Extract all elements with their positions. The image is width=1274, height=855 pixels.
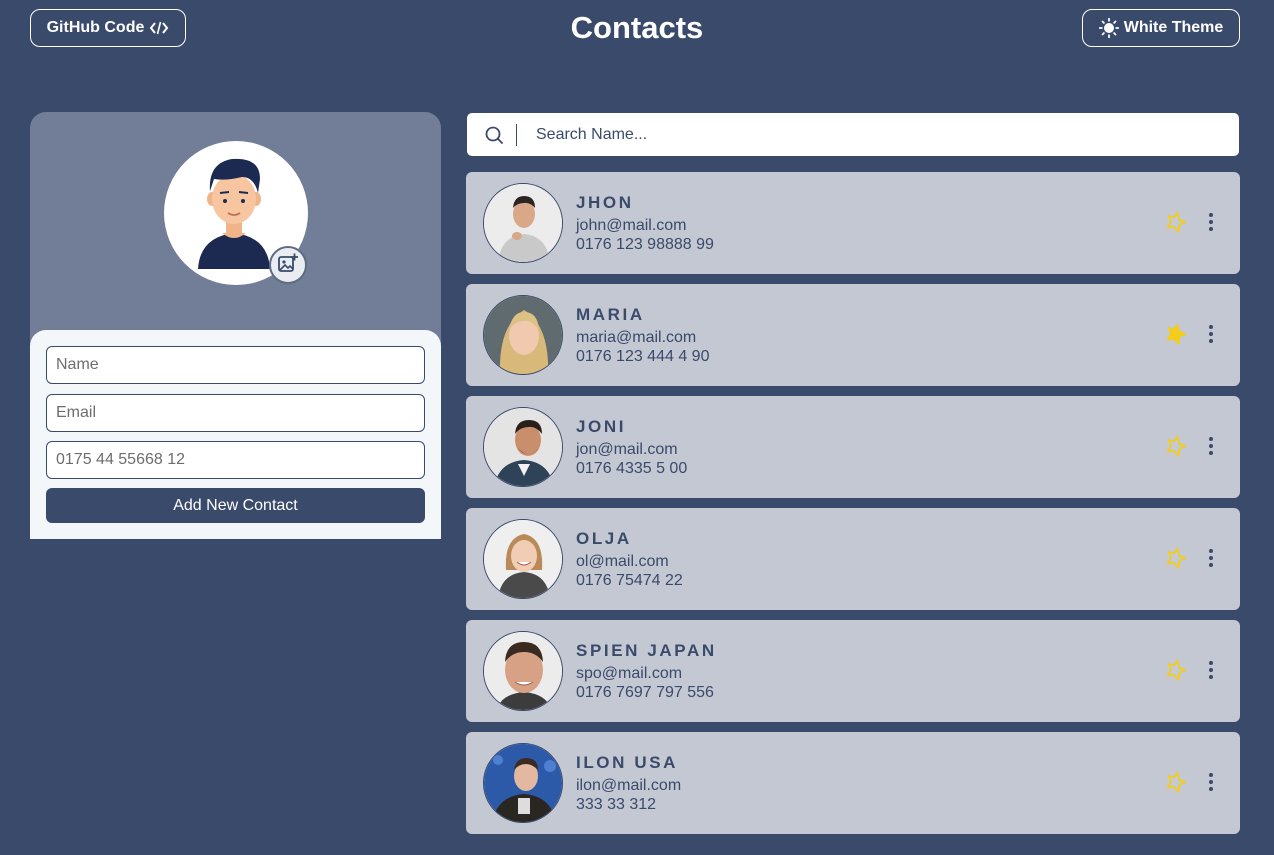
white-theme-button[interactable]: White Theme — [1082, 9, 1240, 47]
add-contact-panel: Add New Contact — [30, 112, 441, 539]
contact-avatar — [483, 295, 563, 375]
contact-phone: 333 33 312 — [576, 796, 657, 813]
star-filled-icon[interactable] — [1165, 322, 1189, 351]
contact-phone: 0176 7697 797 556 — [576, 684, 714, 701]
email-field[interactable] — [46, 394, 425, 432]
contact-avatar — [483, 183, 563, 263]
contact-card: SPIEN JAPAN spo@mail.com 0176 7697 797 5… — [466, 620, 1240, 722]
star-outline-icon[interactable] — [1165, 434, 1189, 463]
search-input[interactable] — [527, 113, 1227, 156]
star-outline-icon[interactable] — [1165, 210, 1189, 239]
contact-email: maria@mail.com — [576, 329, 697, 346]
more-options-icon[interactable] — [1205, 548, 1217, 568]
sun-icon — [1098, 18, 1119, 38]
search-bar — [467, 113, 1239, 156]
contact-phone: 0176 75474 22 — [576, 572, 683, 589]
more-options-icon[interactable] — [1205, 436, 1217, 456]
contact-card: JHON john@mail.com 0176 123 98888 99 — [466, 172, 1240, 274]
more-options-icon[interactable] — [1205, 212, 1217, 232]
contact-email: jon@mail.com — [576, 441, 678, 458]
add-new-contact-button[interactable]: Add New Contact — [46, 488, 425, 523]
white-theme-label: White Theme — [1123, 19, 1224, 36]
contact-name: JONI — [576, 417, 627, 436]
contact-name: JHON — [576, 193, 634, 212]
name-field[interactable] — [46, 346, 425, 384]
contact-email: john@mail.com — [576, 217, 687, 234]
contact-avatar — [483, 407, 563, 487]
search-divider — [516, 124, 517, 146]
contact-avatar — [483, 743, 563, 823]
add-image-icon — [277, 252, 299, 279]
contact-card: OLJA ol@mail.com 0176 75474 22 — [466, 508, 1240, 610]
contact-name: OLJA — [576, 529, 632, 548]
star-outline-icon[interactable] — [1165, 770, 1189, 799]
contact-email: ilon@mail.com — [576, 777, 682, 794]
contact-card: MARIA maria@mail.com 0176 123 444 4 90 — [466, 284, 1240, 386]
contact-email: spo@mail.com — [576, 665, 683, 682]
search-icon — [484, 125, 504, 150]
contact-phone: 0176 4335 5 00 — [576, 460, 688, 477]
phone-field[interactable] — [46, 441, 425, 479]
more-options-icon[interactable] — [1205, 660, 1217, 680]
star-outline-icon[interactable] — [1165, 658, 1189, 687]
contact-name: SPIEN JAPAN — [576, 641, 717, 660]
contact-email: ol@mail.com — [576, 553, 669, 570]
contact-name: MARIA — [576, 305, 645, 324]
more-options-icon[interactable] — [1205, 772, 1217, 792]
contact-list: JHON john@mail.com 0176 123 98888 99 MAR… — [466, 172, 1240, 844]
contact-card: ILON USA ilon@mail.com 333 33 312 — [466, 732, 1240, 834]
upload-photo-button[interactable] — [269, 246, 307, 284]
contact-avatar — [483, 519, 563, 599]
contact-card: JONI jon@mail.com 0176 4335 5 00 — [466, 396, 1240, 498]
more-options-icon[interactable] — [1205, 324, 1217, 344]
contact-phone: 0176 123 98888 99 — [576, 236, 714, 253]
contact-avatar — [483, 631, 563, 711]
contact-phone: 0176 123 444 4 90 — [576, 348, 710, 365]
star-outline-icon[interactable] — [1165, 546, 1189, 575]
contact-name: ILON USA — [576, 753, 679, 772]
